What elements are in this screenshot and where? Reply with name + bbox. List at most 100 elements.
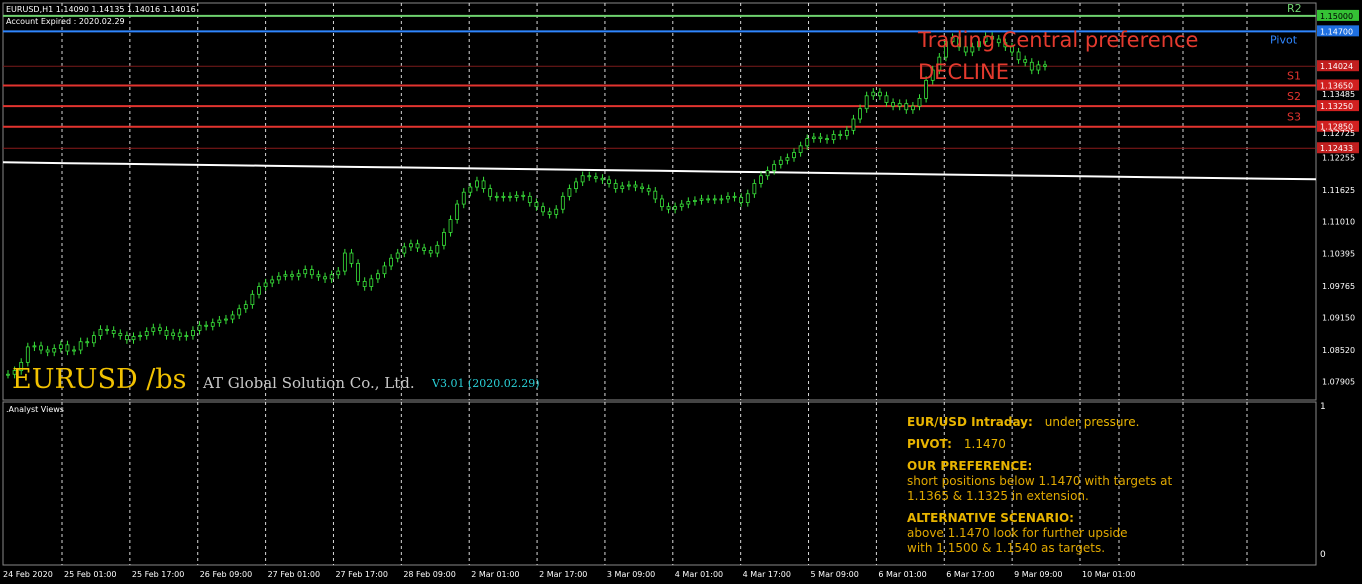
level-name-s1: S1 [1287, 69, 1301, 82]
candle-body [362, 281, 367, 287]
candle-body [805, 138, 810, 147]
y-tick-label: 1.11010 [1322, 218, 1355, 227]
x-tick-label: 6 Mar 17:00 [946, 570, 994, 579]
candle-body [1023, 59, 1028, 63]
candle-body [917, 97, 922, 107]
analysis-alternative-line1: above 1.1470 look for further upside [907, 526, 1128, 540]
candle-body [1036, 64, 1041, 71]
level-name-s3: S3 [1287, 111, 1301, 124]
level-lines: 1.124331.14024R3R21.15000Pivot1.14700S11… [3, 2, 1359, 154]
candle-body [726, 195, 730, 200]
x-tick-label: 4 Mar 01:00 [675, 570, 723, 579]
level-name-s2: S2 [1287, 90, 1301, 103]
candle-body [693, 200, 697, 202]
candle-body [607, 179, 611, 184]
candle-body [6, 373, 10, 376]
candle-body [580, 175, 585, 183]
watermark-symbol: EURUSD /bs [12, 364, 187, 395]
candle-body [475, 180, 479, 188]
x-tick-label: 2 Mar 17:00 [539, 570, 587, 579]
candle-body [455, 203, 460, 220]
price-axis: 1.13485 1.12725 1.12255 1.11625 1.11010 1.103… [1322, 90, 1355, 387]
candle-body [52, 348, 57, 353]
moving-average-line [2, 161, 1317, 181]
candle-body [593, 176, 598, 179]
candle-body [263, 282, 268, 287]
candle-body [897, 103, 902, 107]
candle-body [541, 206, 545, 213]
pivot-value: 1.1470 [963, 437, 1006, 451]
symbol-info: EURUSD,H1 1.14090 1.14135 1.14016 1.1401… [6, 5, 196, 14]
current-price-label: 1.14024 [1320, 62, 1353, 71]
candle-body [138, 335, 143, 337]
y-tick-label: 1.07905 [1322, 378, 1355, 387]
pivot-label: PIVOT: [907, 437, 952, 451]
candle-body [567, 188, 572, 197]
candle-body [118, 333, 123, 336]
candle-body [732, 195, 737, 198]
candle-body [508, 195, 512, 198]
candle-body [409, 243, 413, 248]
candle-body [158, 327, 162, 331]
candle-body [210, 322, 215, 327]
candle-body [613, 183, 618, 190]
x-tick-label: 4 Mar 17:00 [743, 570, 791, 579]
x-tick-label: 3 Mar 09:00 [607, 570, 655, 579]
candle-body [184, 335, 189, 337]
candle-body [752, 183, 757, 195]
candle-body [349, 252, 354, 264]
candle-body [831, 134, 836, 141]
candle-body [296, 273, 301, 277]
candle-body [177, 332, 182, 337]
candle-body [554, 208, 559, 215]
candle-body [39, 345, 43, 351]
x-tick-label: 26 Feb 09:00 [200, 570, 252, 579]
analysis-intraday: EUR/USD Intraday: under pressure. [907, 415, 1139, 429]
level-price-s2: 1.13250 [1320, 102, 1353, 111]
candle-body [303, 269, 308, 275]
y-tick-label: 1.08520 [1322, 346, 1355, 355]
candle-body [72, 349, 76, 352]
candle-body [91, 335, 96, 344]
level-price-r2: 1.15000 [1320, 12, 1353, 21]
candle-body [600, 177, 605, 181]
candle-body [428, 250, 433, 254]
candle-body [369, 278, 374, 287]
x-tick-label: 6 Mar 01:00 [878, 570, 926, 579]
candle-body [904, 103, 909, 111]
candle-body [765, 170, 770, 177]
x-tick-label: 5 Mar 09:00 [811, 570, 859, 579]
candle-body [283, 274, 288, 277]
x-tick-label: 24 Feb 2020 [3, 570, 53, 579]
candle-body [626, 184, 631, 187]
candle-body [309, 269, 314, 276]
subwindow-axis-top: 1 [1320, 402, 1326, 412]
candle-body [336, 270, 341, 276]
candle-body [78, 341, 83, 351]
candle-body [290, 274, 294, 277]
candle-body [785, 157, 790, 161]
candle-body [660, 198, 664, 208]
candle-body [825, 138, 829, 141]
candle-body [560, 195, 565, 210]
candle-body [646, 188, 651, 192]
subwindow-title: .Analyst Views [6, 405, 64, 414]
analysis-preference-line1: short positions below 1.1470 with target… [907, 474, 1173, 488]
candle-body [1016, 51, 1021, 61]
candle-body [686, 201, 691, 205]
candle-body [124, 335, 129, 341]
candle-body [858, 108, 862, 120]
candle-body [250, 293, 255, 306]
x-tick-label: 25 Feb 01:00 [64, 570, 116, 579]
candle-body [745, 193, 750, 203]
y-tick-label: 1.11625 [1322, 186, 1355, 195]
candle-body [85, 341, 90, 344]
level-name-pivot: Pivot [1270, 33, 1298, 46]
y-tick-label: 1.13485 [1322, 90, 1355, 99]
trading-central-title: Trading Central preference [918, 28, 1199, 52]
analysis-preference-line2: 1.1365 & 1.1325 in extension. [907, 489, 1089, 503]
candle-body [164, 329, 169, 336]
candle-body [32, 345, 37, 348]
candle-body [422, 247, 427, 251]
x-tick-label: 2 Mar 01:00 [471, 570, 519, 579]
